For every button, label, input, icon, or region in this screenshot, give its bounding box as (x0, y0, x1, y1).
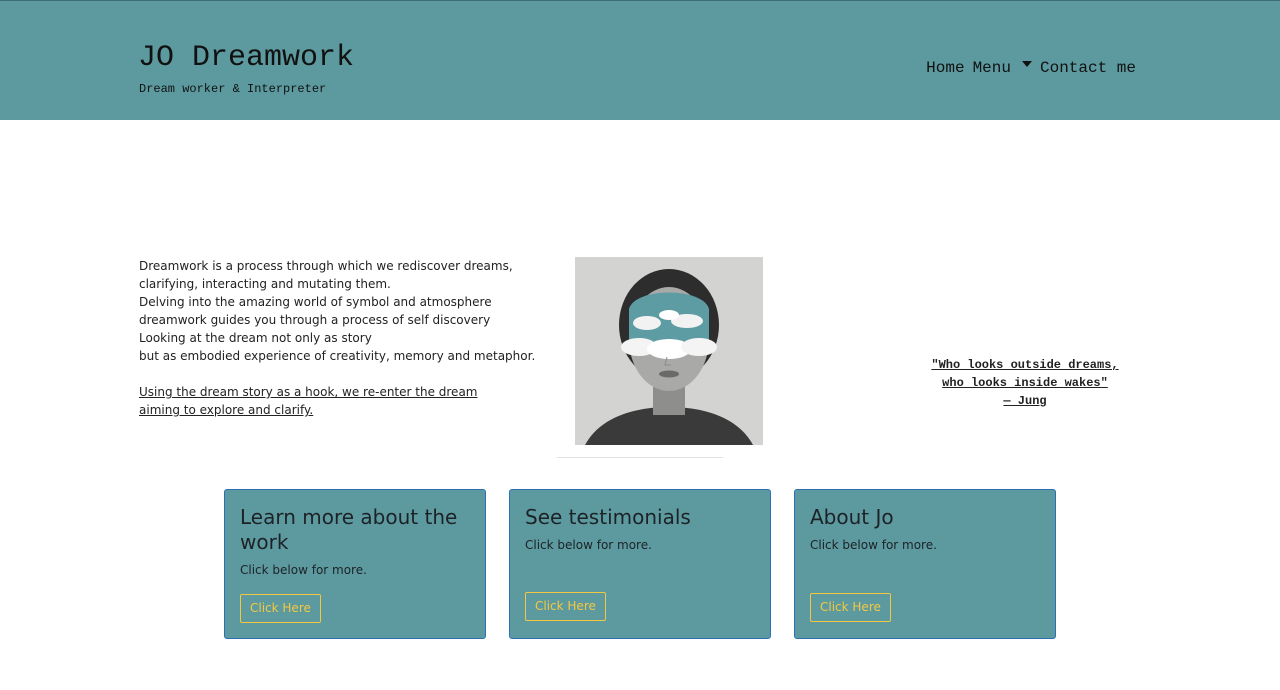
card-title: See testimonials (525, 505, 691, 529)
testimonials-button[interactable]: Click Here (525, 592, 606, 621)
nav-contact-link[interactable]: Contact me (1040, 59, 1136, 77)
card-text: Click below for more. (240, 563, 367, 577)
dream-hook-link[interactable]: Using the dream story as a hook, we re-e… (139, 383, 509, 419)
intro-line: Dreamwork is a process through which we … (139, 259, 513, 273)
intro-line: dreamwork guides you through a process o… (139, 313, 491, 327)
intro-line: Looking at the dream not only as story (139, 331, 372, 345)
divider (557, 457, 723, 458)
about-jo-button[interactable]: Click Here (810, 593, 891, 622)
intro-line: clarifying, interacting and mutating the… (139, 277, 391, 291)
portrait-with-clouds-image (575, 257, 763, 445)
main-nav: Home Menu Contact me (926, 59, 1136, 77)
card-title: About Jo (810, 505, 894, 529)
intro-line: Delving into the amazing world of symbol… (139, 295, 492, 309)
quote-attribution: — Jung (1003, 394, 1047, 408)
card-about-jo: About Jo Click below for more. Click Her… (794, 489, 1056, 639)
card-learn-more: Learn more about the work Click below fo… (224, 489, 486, 639)
quote-line: "Who looks outside dreams, (931, 358, 1119, 372)
intro-line: but as embodied experience of creativity… (139, 349, 536, 363)
card-testimonials: See testimonials Click below for more. C… (509, 489, 771, 639)
learn-more-button[interactable]: Click Here (240, 594, 321, 623)
brand-title[interactable]: JO Dreamwork (138, 41, 354, 75)
nav-menu-dropdown[interactable]: Menu (973, 59, 1032, 77)
brand-subtitle: Dream worker & Interpreter (139, 82, 327, 96)
site-header: JO Dreamwork Dream worker & Interpreter … (0, 0, 1280, 120)
jung-quote[interactable]: "Who looks outside dreams, who looks ins… (910, 356, 1140, 410)
quote-line: who looks inside wakes" (942, 376, 1108, 390)
intro-text: Dreamwork is a process through which we … (139, 257, 536, 419)
nav-home-link[interactable]: Home (926, 59, 964, 77)
card-title: Learn more about the work (240, 505, 458, 554)
caret-down-icon (1021, 61, 1032, 67)
card-text: Click below for more. (810, 538, 937, 552)
nav-menu-label: Menu (972, 59, 1011, 77)
card-text: Click below for more. (525, 538, 652, 552)
